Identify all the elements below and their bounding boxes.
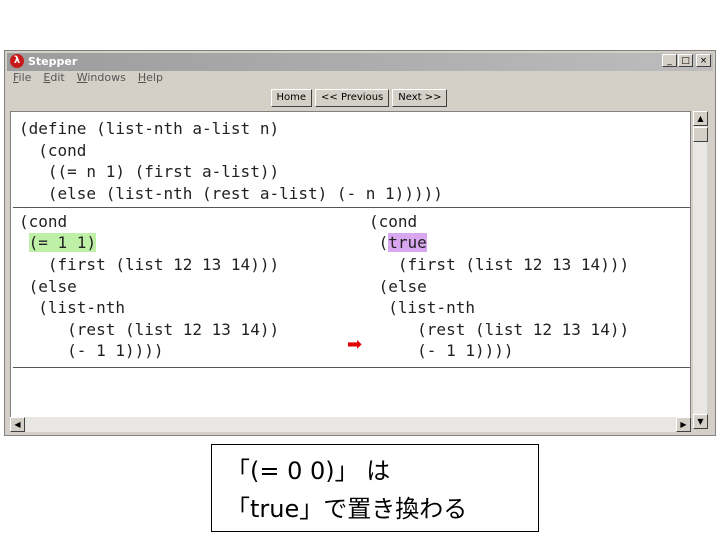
- definition-code: (define (list-nth a-list n) (cond ((= n …: [19, 119, 443, 203]
- home-button[interactable]: Home: [270, 89, 313, 107]
- menu-file[interactable]: File: [13, 71, 31, 87]
- stepper-nav: Home << Previous Next >>: [5, 89, 715, 109]
- before-test-prefix: [19, 233, 29, 252]
- menu-help[interactable]: Help: [138, 71, 163, 87]
- scroll-left-icon[interactable]: ◀: [10, 417, 25, 432]
- after-rest-code: (first (list 12 13 14))) (else (list-nth…: [378, 255, 630, 361]
- previous-button[interactable]: << Previous: [315, 89, 390, 107]
- horizontal-scrollbar[interactable]: ◀ ▶: [10, 417, 691, 432]
- before-redex-highlight: (= 1 1): [28, 233, 97, 252]
- title-bar[interactable]: λ Stepper _ □ ×: [7, 53, 713, 71]
- vertical-scrollbar[interactable]: ▲ ▼: [692, 111, 708, 429]
- caption-box: 「(= 0 0)」 は 「true」で置き換わる: [211, 444, 539, 532]
- before-test-line: (= 1 1): [19, 232, 97, 254]
- window-title: Stepper: [28, 55, 78, 68]
- after-contractum-highlight: true: [388, 233, 427, 252]
- after-test-line: (true: [369, 232, 427, 254]
- caption-line-2: 「true」で置き換わる: [226, 495, 468, 523]
- after-test-prefix: (: [369, 233, 389, 252]
- top-separator: [13, 207, 690, 208]
- caption-line-1: 「(= 0 0)」 は: [226, 457, 391, 485]
- minimize-button[interactable]: _: [662, 54, 677, 67]
- stepper-content: (define (list-nth a-list n) (cond ((= n …: [10, 111, 691, 429]
- scroll-thumb[interactable]: [693, 127, 708, 142]
- bottom-separator: [13, 367, 690, 368]
- app-lambda-icon: λ: [10, 54, 24, 68]
- close-button[interactable]: ×: [696, 54, 711, 67]
- next-button[interactable]: Next >>: [392, 89, 448, 107]
- menu-bar: File Edit Windows Help: [13, 71, 163, 87]
- before-rest-code: (first (list 12 13 14))) (else (list-nth…: [28, 255, 280, 361]
- menu-windows[interactable]: Windows: [77, 71, 126, 87]
- before-cond-line: (cond: [19, 212, 68, 231]
- window-controls: _ □ ×: [661, 54, 711, 67]
- red-right-arrow-icon: ➡: [347, 334, 363, 355]
- menu-edit[interactable]: Edit: [43, 71, 64, 87]
- stepper-window: λ Stepper _ □ × File Edit Windows Help H…: [4, 50, 716, 436]
- scroll-right-icon[interactable]: ▶: [676, 417, 691, 432]
- scroll-up-icon[interactable]: ▲: [693, 111, 708, 126]
- maximize-button[interactable]: □: [678, 54, 693, 67]
- after-cond-line: (cond: [369, 212, 418, 231]
- scroll-down-icon[interactable]: ▼: [693, 414, 708, 429]
